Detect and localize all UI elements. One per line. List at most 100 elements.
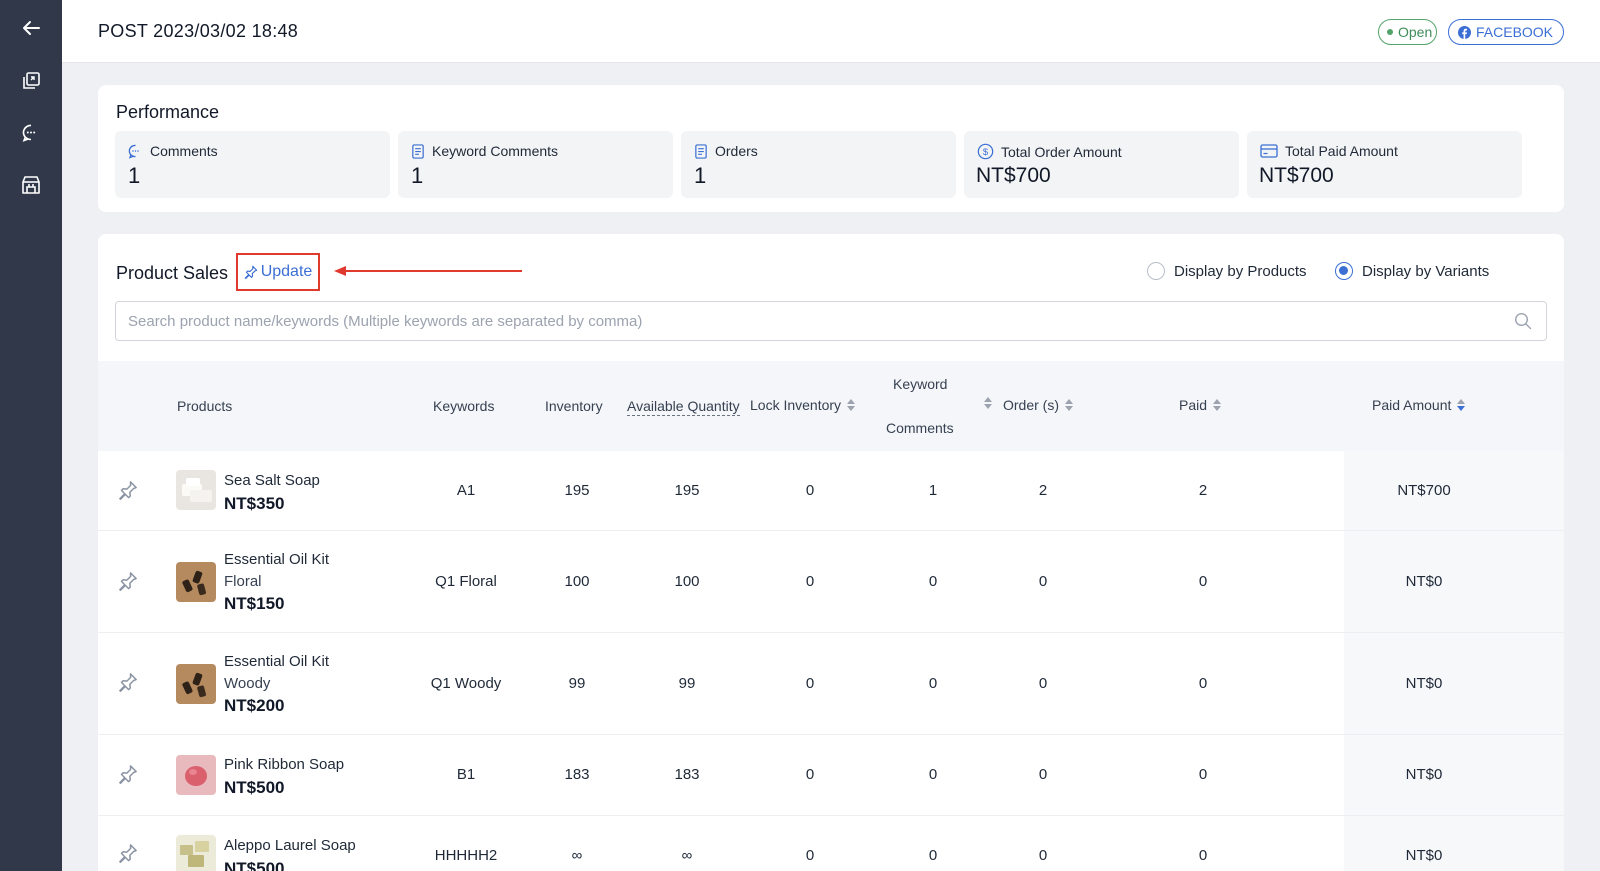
product-thumbnail bbox=[176, 664, 216, 704]
cell-inventory: 100 bbox=[564, 573, 590, 590]
pin-icon[interactable] bbox=[118, 480, 138, 500]
pin-icon[interactable] bbox=[118, 672, 138, 692]
cell-keyword-comments: 0 bbox=[928, 573, 938, 590]
cell-keyword: HHHHH2 bbox=[434, 847, 498, 864]
cell-orders: 0 bbox=[1038, 573, 1048, 590]
cell-lock: 0 bbox=[805, 847, 815, 864]
display-by-variants-radio[interactable]: Display by Variants bbox=[1335, 262, 1489, 280]
search-icon[interactable] bbox=[1514, 312, 1532, 330]
product-sales-card: Product Sales Update Display by Products… bbox=[98, 234, 1564, 871]
stat-total-order-amount: $ Total Order Amount NT$700 bbox=[964, 131, 1239, 198]
cell-available: 100 bbox=[674, 573, 700, 590]
cell-orders: 0 bbox=[1038, 675, 1048, 692]
table-row: Pink Ribbon Soap NT$500 B1 183 183 0 0 0… bbox=[98, 735, 1564, 816]
table-header: Products Keywords Inventory Available Qu… bbox=[98, 361, 1564, 451]
radio-icon bbox=[1147, 262, 1165, 280]
search-input[interactable] bbox=[128, 302, 1498, 340]
pin-icon[interactable] bbox=[118, 843, 138, 863]
cell-lock: 0 bbox=[805, 675, 815, 692]
status-badge: Open bbox=[1378, 19, 1437, 45]
product-name: Sea Salt Soap bbox=[224, 472, 320, 489]
page-title: POST 2023/03/02 18:48 bbox=[98, 21, 299, 41]
product-thumbnail bbox=[176, 755, 216, 795]
stat-total-paid-amount: Total Paid Amount NT$700 bbox=[1247, 131, 1522, 198]
table-row: Essential Oil Kit Woody NT$200 Q1 Woody … bbox=[98, 633, 1564, 735]
col-keyword-comments-line2: Comments bbox=[886, 420, 954, 436]
cell-lock: 0 bbox=[805, 482, 815, 499]
pin-icon[interactable] bbox=[118, 764, 138, 784]
cell-keyword: Q1 Woody bbox=[430, 675, 502, 692]
cell-lock: 0 bbox=[805, 573, 815, 590]
cell-paid: 0 bbox=[1198, 766, 1208, 783]
document-icon bbox=[412, 143, 424, 159]
col-orders[interactable]: Order (s) bbox=[1003, 397, 1073, 413]
product-name: Pink Ribbon Soap bbox=[224, 756, 345, 773]
col-lock-inventory-label: Lock Inventory bbox=[750, 397, 842, 413]
product-variant: Woody bbox=[224, 675, 271, 692]
posts-icon[interactable] bbox=[15, 65, 47, 97]
stat-value: NT$700 bbox=[976, 164, 1051, 187]
chat-icon[interactable] bbox=[15, 117, 47, 149]
facebook-link-button[interactable]: FACEBOOK bbox=[1448, 19, 1564, 45]
cell-available: 183 bbox=[674, 766, 700, 783]
cell-keyword: Q1 Floral bbox=[435, 573, 497, 590]
cell-orders: 0 bbox=[1038, 766, 1048, 783]
cell-paid: 2 bbox=[1198, 482, 1208, 499]
pin-icon[interactable] bbox=[118, 571, 138, 591]
col-lock-inventory[interactable]: Lock Inventory bbox=[750, 397, 856, 413]
table-row: Aleppo Laurel Soap NT$500 HHHHH2 ∞ ∞ 0 0… bbox=[98, 816, 1564, 871]
display-by-products-radio[interactable]: Display by Products bbox=[1147, 262, 1307, 280]
cell-inventory: ∞ bbox=[571, 847, 583, 864]
stat-label: Total Paid Amount bbox=[1285, 143, 1398, 159]
product-price: NT$500 bbox=[224, 778, 285, 797]
col-paid-amount-label: Paid Amount bbox=[1372, 397, 1452, 413]
col-paid-label: Paid bbox=[1179, 397, 1208, 413]
svg-text:$: $ bbox=[983, 147, 989, 158]
product-name: Essential Oil Kit bbox=[224, 653, 330, 670]
stat-label: Keyword Comments bbox=[432, 143, 559, 159]
stat-value: 1 bbox=[128, 163, 141, 188]
col-inventory: Inventory bbox=[545, 398, 603, 414]
cell-paid-amount: NT$0 bbox=[1405, 573, 1443, 590]
product-name: Aleppo Laurel Soap bbox=[224, 837, 356, 854]
table-row: Essential Oil Kit Floral NT$150 Q1 Flora… bbox=[98, 531, 1564, 633]
cell-orders: 0 bbox=[1038, 847, 1048, 864]
col-keyword-comments-sort[interactable] bbox=[984, 397, 992, 409]
cell-keyword-comments: 0 bbox=[928, 847, 938, 864]
stat-label: Total Order Amount bbox=[1001, 143, 1122, 160]
cell-available: 195 bbox=[674, 482, 700, 499]
top-bar: POST 2023/03/02 18:48 Open FACEBOOK bbox=[62, 0, 1600, 63]
back-arrow-icon[interactable] bbox=[15, 12, 47, 44]
update-button[interactable]: Update bbox=[236, 253, 320, 291]
cell-paid-amount: NT$0 bbox=[1405, 847, 1443, 864]
radio-selected-icon bbox=[1335, 262, 1353, 280]
col-paid-amount[interactable]: Paid Amount bbox=[1372, 397, 1466, 413]
product-thumbnail bbox=[176, 562, 216, 602]
cell-paid: 0 bbox=[1198, 675, 1208, 692]
product-price: NT$200 bbox=[224, 696, 285, 715]
col-available-quantity[interactable]: Available Quantity bbox=[627, 398, 740, 416]
sort-icon[interactable] bbox=[984, 397, 992, 409]
stat-value: 1 bbox=[411, 163, 424, 188]
cell-available: ∞ bbox=[681, 847, 693, 864]
sort-icon[interactable] bbox=[1065, 399, 1073, 411]
pin-icon bbox=[244, 265, 257, 279]
product-sales-title: Product Sales bbox=[116, 263, 229, 283]
cell-inventory: 99 bbox=[568, 675, 586, 692]
store-icon[interactable] bbox=[15, 169, 47, 201]
cell-paid-amount: NT$0 bbox=[1405, 675, 1443, 692]
sort-icon[interactable] bbox=[1213, 399, 1222, 411]
sort-icon[interactable] bbox=[847, 399, 856, 411]
performance-title: Performance bbox=[116, 102, 220, 122]
col-paid[interactable]: Paid bbox=[1179, 397, 1222, 413]
sort-icon[interactable] bbox=[1457, 399, 1466, 411]
performance-card: Performance Comments 1 Keyword Comments … bbox=[98, 85, 1564, 212]
radio-label: Display by Variants bbox=[1362, 262, 1490, 280]
cell-keyword: B1 bbox=[456, 766, 476, 783]
col-keywords: Keywords bbox=[433, 398, 495, 414]
status-dot-icon bbox=[1387, 29, 1393, 35]
cell-keyword: A1 bbox=[456, 482, 476, 499]
stat-keyword-comments: Keyword Comments 1 bbox=[398, 131, 673, 198]
search-field bbox=[115, 301, 1547, 341]
stat-label: Orders bbox=[715, 143, 758, 159]
